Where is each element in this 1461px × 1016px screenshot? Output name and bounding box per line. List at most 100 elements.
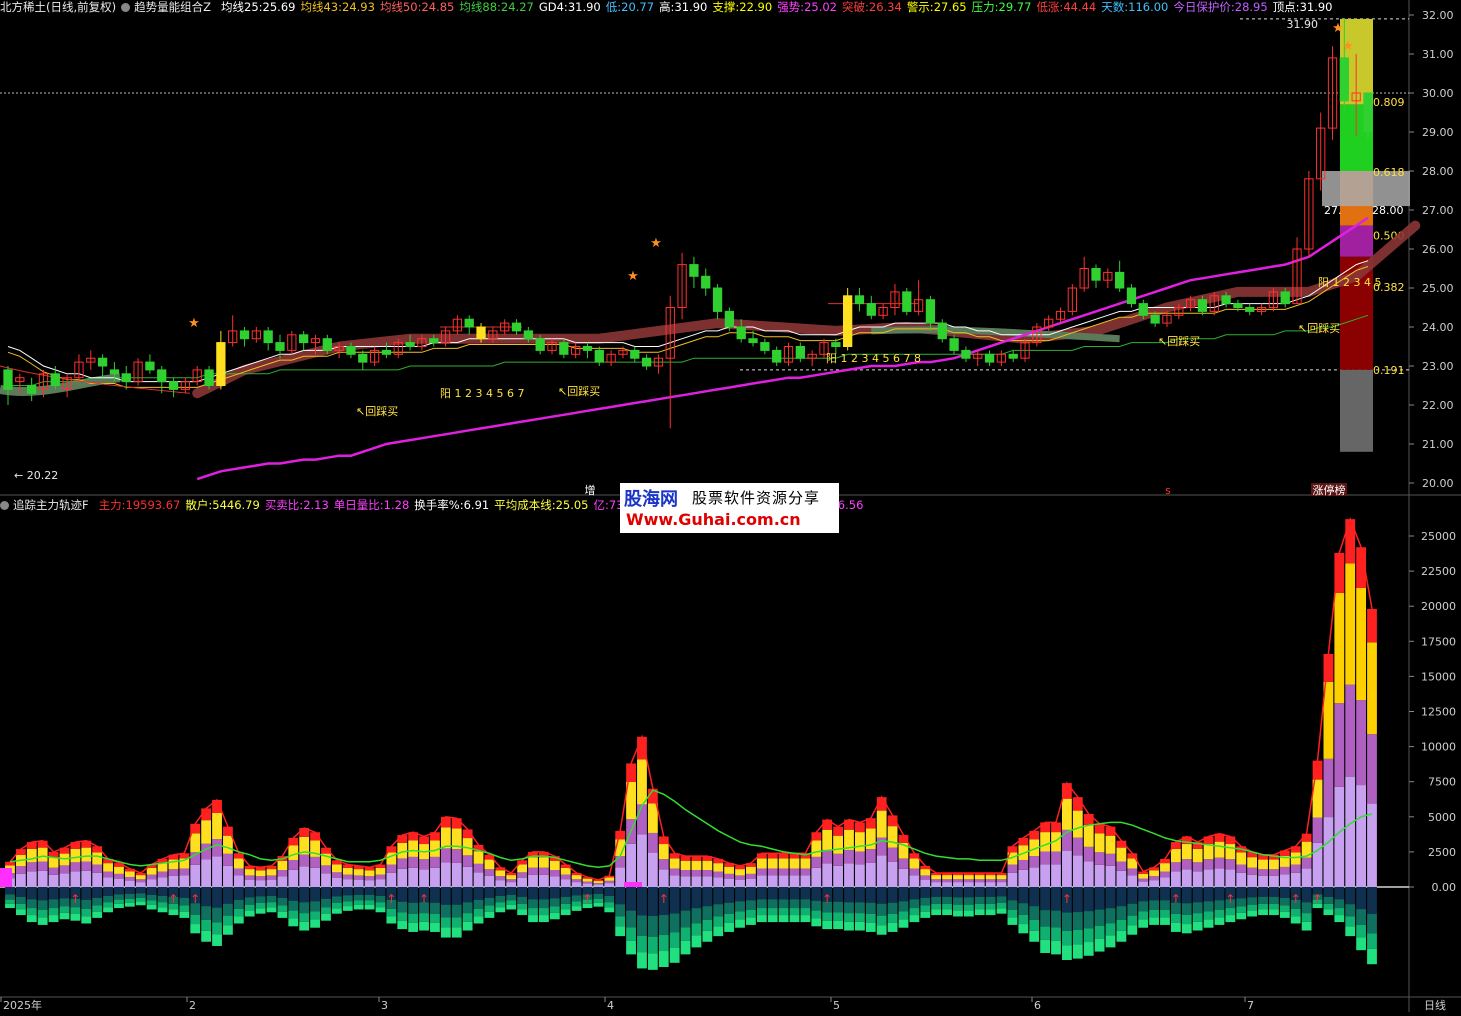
volume-bar-segment — [1116, 847, 1127, 862]
outflow-bar-segment — [626, 910, 636, 928]
outflow-bar-segment — [364, 887, 375, 895]
volume-bar-segment — [724, 866, 735, 874]
outflow-bar-segment — [1094, 938, 1105, 952]
candle-body — [902, 291, 912, 312]
indicator-value-number: 5446.79 — [212, 498, 260, 512]
volume-bar-segment — [484, 875, 495, 887]
outflow-bar-segment — [996, 908, 1007, 914]
volume-bar-segment — [898, 868, 909, 887]
outflow-bar-segment — [789, 899, 800, 909]
outflow-bar-segment — [5, 894, 15, 900]
price-axis-label: 29.00 — [1422, 126, 1454, 139]
volume-bar-segment — [1029, 856, 1040, 868]
outflow-bar-segment — [615, 887, 626, 905]
indicator-value-number: 27.65 — [933, 0, 967, 14]
volume-bar-segment — [310, 867, 320, 887]
volume-bar-segment — [920, 869, 931, 876]
volume-bar-segment — [157, 877, 168, 887]
outflow-bar-segment — [81, 916, 92, 924]
volume-bar-segment — [789, 858, 800, 869]
volume-bar-segment — [1105, 835, 1116, 854]
indicator-value-item: 单日量比:1.28 — [334, 498, 409, 512]
outflow-bar-segment — [342, 901, 353, 907]
candle-body — [1221, 295, 1231, 305]
outflow-bar-segment — [1181, 924, 1192, 934]
outflow-bar-segment — [898, 887, 909, 902]
outflow-bar-segment — [963, 910, 974, 917]
volume-bar-segment — [1083, 846, 1094, 862]
volume-bar-segment — [539, 874, 549, 887]
outflow-bar-segment — [331, 887, 342, 897]
volume-bar-segment — [255, 880, 266, 887]
candle-body — [523, 330, 533, 340]
volume-bar-segment — [1138, 878, 1149, 882]
outflow-bar-segment — [1192, 902, 1203, 914]
outflow-bar-segment — [114, 899, 124, 904]
price-axis-label: 31.00 — [1422, 48, 1454, 61]
volume-bar-segment — [146, 874, 157, 880]
volume-bar-segment — [364, 870, 375, 877]
candle-body — [630, 349, 640, 359]
indicator-value-item: 突破:26.34 — [842, 0, 902, 14]
sub-indicator-title[interactable]: 追踪主力轨迹F — [0, 498, 94, 512]
volume-bar-segment — [691, 860, 702, 871]
outflow-bar-segment — [310, 901, 320, 912]
volume-bar-segment — [778, 868, 789, 876]
volume-bar-segment — [1007, 872, 1018, 887]
volume-bar-segment — [985, 879, 996, 883]
volume-bar-segment — [1051, 822, 1061, 833]
indicator-title[interactable]: 趋势量能组合Z — [121, 0, 216, 14]
outflow-bar-segment — [767, 899, 778, 909]
outflow-bar-segment — [288, 910, 299, 919]
indicator-value-number: 22.90 — [739, 0, 773, 14]
outflow-bar-segment — [135, 901, 146, 906]
volume-bar-segment — [811, 840, 822, 857]
candle-body — [582, 346, 593, 351]
outflow-bar-segment — [1051, 910, 1061, 928]
volume-bar-segment — [1203, 859, 1214, 870]
outflow-bar-segment — [386, 908, 397, 917]
outflow-bar-segment — [647, 887, 658, 916]
indicator-value-label: 今日保护价: — [1173, 0, 1235, 14]
sub-indicator-menu-icon[interactable] — [0, 501, 9, 510]
volume-bar-segment — [963, 875, 974, 880]
outflow-bar-segment — [473, 908, 484, 917]
volume-bar-segment — [484, 869, 495, 876]
outflow-bar-segment — [277, 887, 288, 898]
outflow-bar-segment — [223, 903, 233, 916]
outflow-bar-segment — [244, 887, 255, 898]
volume-bar-segment — [1290, 864, 1301, 873]
indicator-menu-icon[interactable] — [121, 3, 131, 12]
candle-body — [50, 373, 60, 386]
volume-bar-segment — [1149, 880, 1159, 887]
stock-title[interactable]: 北方稀土(日线,前复权) — [0, 0, 116, 14]
outflow-bar-segment — [473, 887, 484, 900]
outflow-bar-segment — [408, 922, 419, 932]
outflow-bar-segment — [451, 927, 462, 938]
buy-arrow-icon: ↑ — [419, 892, 429, 906]
outflow-bar-segment — [963, 887, 974, 898]
outflow-bar-segment — [637, 915, 647, 936]
buy-arrow-icon: ↑ — [168, 892, 178, 906]
volume-bar-segment — [1356, 588, 1367, 701]
volume-bar-segment — [604, 877, 615, 881]
outflow-bar-segment — [1138, 901, 1149, 912]
volume-bar-segment — [1367, 734, 1377, 804]
outflow-bar-segment — [539, 899, 549, 909]
outflow-bar-segment — [1149, 887, 1159, 901]
volume-bar-segment — [746, 866, 756, 874]
buy-arrow-icon: ↑ — [1225, 892, 1235, 906]
volume-bar-segment — [833, 865, 843, 887]
volume-bar-segment — [342, 874, 353, 880]
volume-bar-segment — [462, 855, 473, 867]
outflow-bar-segment — [953, 910, 963, 917]
volume-bar-segment — [658, 859, 669, 870]
volume-bar-segment — [811, 856, 822, 868]
volume-bar-segment — [702, 860, 713, 871]
outflow-bar-segment — [255, 896, 266, 904]
volume-bar-segment — [1225, 859, 1236, 870]
outflow-bar-segment — [353, 894, 364, 901]
outflow-bar-segment — [1356, 887, 1367, 910]
volume-bar-segment — [201, 820, 212, 844]
volume-bar-segment — [833, 853, 843, 866]
